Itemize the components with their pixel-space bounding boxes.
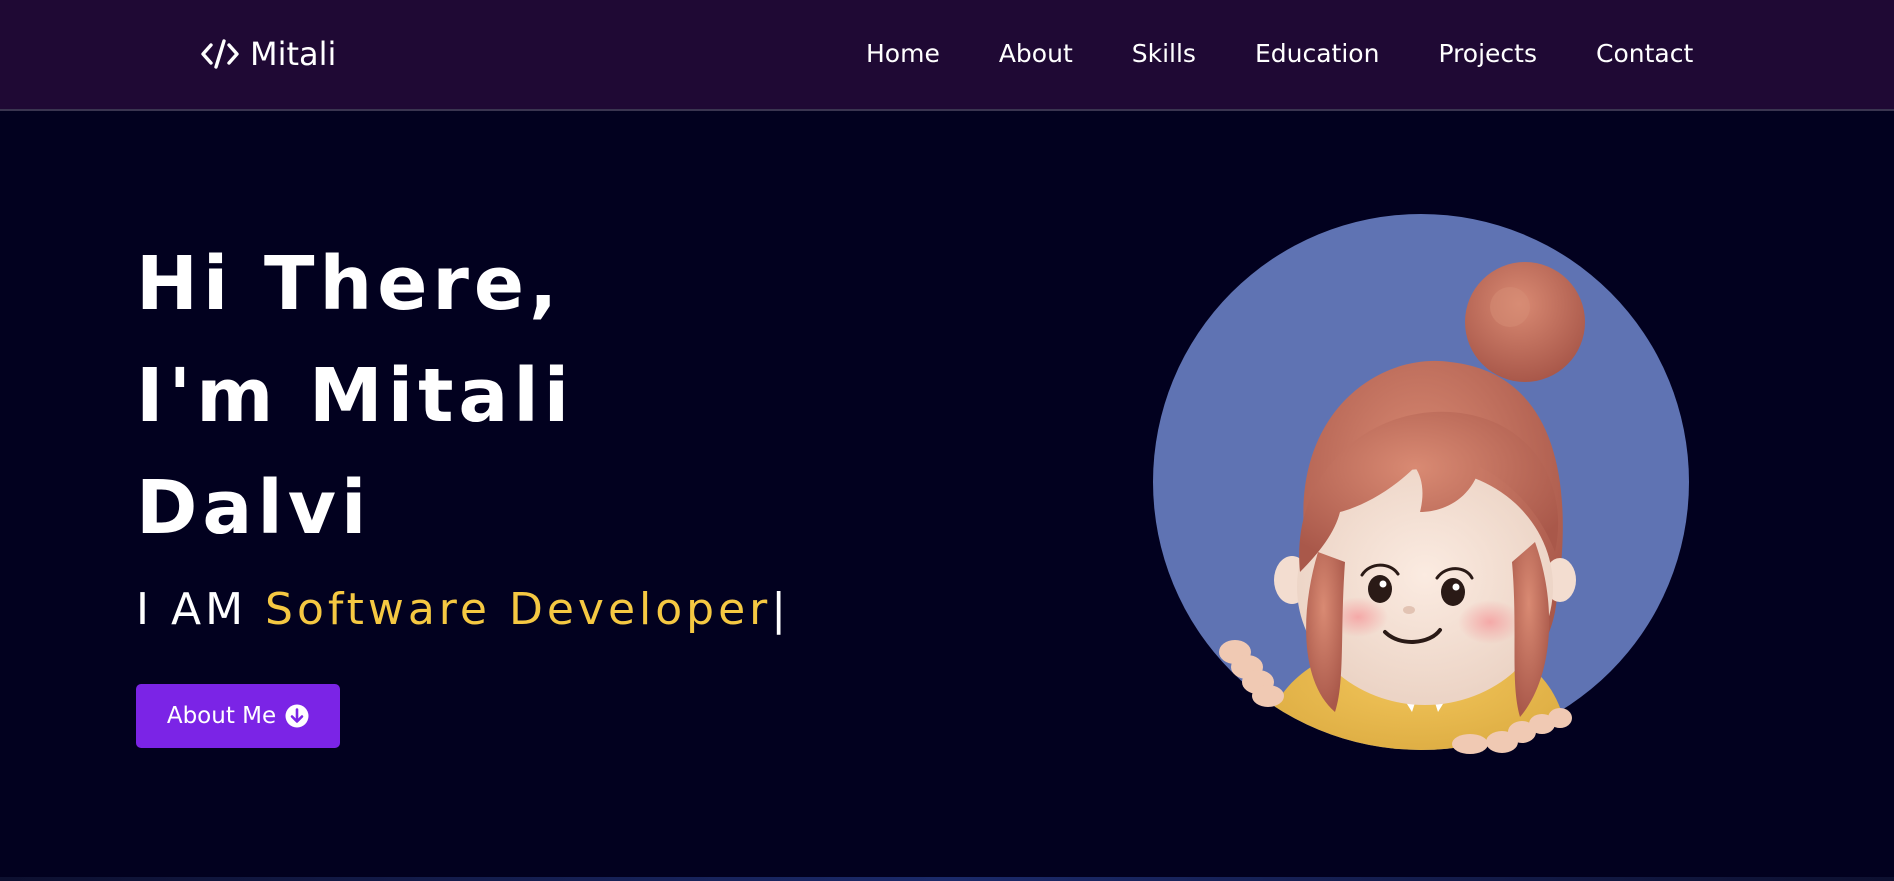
typed-role-text: Software Developer (265, 584, 772, 635)
hero-title-line: I'm Mitali (136, 353, 575, 439)
typing-cursor: | (771, 584, 791, 635)
nav-link-home[interactable]: Home (866, 36, 940, 72)
nav-link-education[interactable]: Education (1255, 36, 1379, 72)
nav-link-about[interactable]: About (999, 36, 1073, 72)
brand-logo[interactable]: Mitali (200, 32, 336, 76)
hero-title: Hi There, I'm Mitali Dalvi (136, 228, 574, 564)
typed-prefix: I AM (136, 584, 266, 635)
navbar: Mitali Home About Skills Education Proje… (0, 0, 1894, 111)
hero-section: Hi There, I'm Mitali Dalvi I AM Software… (0, 112, 1894, 878)
nav-link-projects[interactable]: Projects (1438, 36, 1537, 72)
hero-title-line: Dalvi (136, 465, 372, 551)
code-icon (201, 39, 239, 69)
nav-links: Home About Skills Education Projects Con… (866, 36, 1693, 72)
avatar (1150, 212, 1750, 772)
arrow-down-circle-icon (285, 704, 309, 728)
brand-name: Mitali (250, 35, 337, 73)
typed-role-line: I AM Software Developer| (136, 582, 790, 638)
avatar-illustration (1153, 214, 1689, 754)
nav-link-contact[interactable]: Contact (1596, 36, 1693, 72)
about-me-button-label: About Me (166, 703, 277, 729)
section-divider (0, 877, 1894, 881)
about-me-button[interactable]: About Me (136, 684, 340, 748)
hero-title-line: Hi There, (136, 241, 563, 327)
nav-link-skills[interactable]: Skills (1132, 36, 1196, 72)
